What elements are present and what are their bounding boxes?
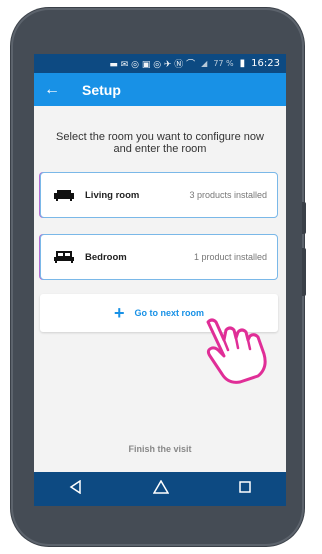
signal-icon: ◢ — [201, 59, 208, 68]
plus-icon: + — [113, 303, 125, 323]
volume-button — [302, 202, 306, 234]
app-bar: ← Setup — [34, 73, 286, 106]
battery-icon: ▮ — [239, 58, 246, 69]
tap-hand-icon — [206, 318, 267, 384]
home-nav-icon[interactable] — [152, 479, 170, 499]
room-card-living-room[interactable]: Living room 3 products installed — [40, 172, 278, 218]
room-card-bedroom[interactable]: Bedroom 1 product installed — [40, 234, 278, 280]
battery-percent: 77 % — [213, 59, 234, 68]
room-product-count: 3 products installed — [189, 190, 267, 200]
room-name: Living room — [85, 189, 140, 201]
room-name: Bedroom — [85, 251, 127, 263]
finish-visit-button[interactable]: Finish the visit — [34, 444, 286, 454]
power-button — [302, 248, 306, 296]
status-time: 16:23 — [251, 58, 280, 69]
notification-icons: ▬ ✉ ◎ ▣ ◎ ✈ Ⓝ ⌒ — [109, 60, 196, 70]
android-nav-bar — [34, 472, 286, 506]
back-nav-icon[interactable] — [69, 479, 83, 499]
back-arrow-icon[interactable]: ← — [44, 81, 68, 99]
bed-icon — [53, 251, 75, 263]
page-title: Setup — [82, 81, 121, 98]
screen: ▬ ✉ ◎ ▣ ◎ ✈ Ⓝ ⌒ ◢ 77 % ▮ 16:23 ← Setup S… — [34, 54, 286, 472]
sofa-icon — [53, 189, 75, 201]
room-product-count: 1 product installed — [193, 252, 267, 262]
status-bar: ▬ ✉ ◎ ▣ ◎ ✈ Ⓝ ⌒ ◢ 77 % ▮ 16:23 — [34, 54, 286, 73]
instruction-text: Select the room you want to configure no… — [56, 131, 264, 155]
recents-nav-icon[interactable] — [239, 480, 251, 498]
next-room-label: Go to next room — [134, 308, 205, 318]
